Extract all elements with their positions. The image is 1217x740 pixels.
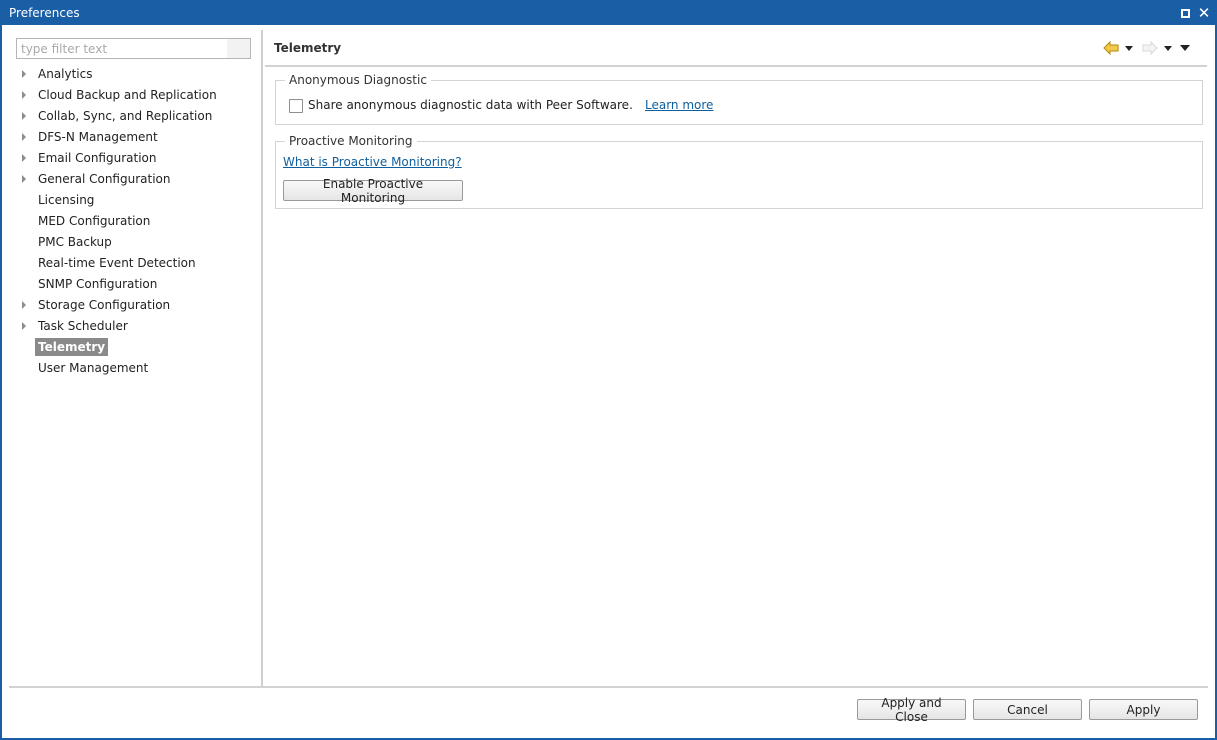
anonymous-diagnostic-group: Anonymous Diagnostic Share anonymous dia… [275,73,1203,125]
chevron-down-icon [1164,45,1172,51]
learn-more-link[interactable]: Learn more [645,98,713,112]
view-menu-icon [1180,45,1190,51]
forward-button[interactable] [1142,39,1158,57]
page-title: Telemetry [274,41,342,55]
window-title: Preferences [9,6,80,20]
back-button[interactable] [1103,39,1119,57]
apply-and-close-button[interactable]: Apply and Close [857,696,966,724]
share-diagnostics-label[interactable]: Share anonymous diagnostic data with Pee… [308,98,633,112]
preference-page: Telemetry Anonymous Diagnostic Share ano… [263,27,1213,687]
tree-item[interactable]: Collab, Sync, and Replication [4,106,261,127]
expand-arrow-icon[interactable] [22,70,26,78]
forward-dropdown[interactable] [1164,39,1172,57]
tree-item-label: Email Configuration [38,151,157,165]
tree-item-label: Telemetry [35,338,109,356]
title-divider [265,65,1207,67]
back-arrow-icon [1103,41,1119,55]
tree-item[interactable]: User Management [4,358,261,379]
tree-item-label: Real-time Event Detection [38,256,196,270]
what-is-proactive-monitoring-link[interactable]: What is Proactive Monitoring? [283,155,462,169]
tree-item[interactable]: MED Configuration [4,211,261,232]
tree-item[interactable]: Real-time Event Detection [4,253,261,274]
tree-item[interactable]: Analytics [4,64,261,85]
back-dropdown[interactable] [1125,39,1133,57]
tree-item[interactable]: Email Configuration [4,148,261,169]
expand-arrow-icon[interactable] [22,154,26,162]
enable-proactive-monitoring-button[interactable]: Enable Proactive Monitoring [283,177,463,205]
tree-item[interactable]: General Configuration [4,169,261,190]
share-diagnostics-checkbox[interactable] [289,99,303,113]
cancel-button[interactable]: Cancel [973,699,1082,720]
tree-item-label: SNMP Configuration [38,277,158,291]
tree-item-label: Storage Configuration [38,298,171,312]
preferences-window: Preferences ✕ Analytics Cloud Backup and … [0,0,1217,740]
footer-divider [9,686,1208,688]
tree-item-label: PMC Backup [38,235,112,249]
tree-item[interactable]: Telemetry [4,337,261,358]
close-button[interactable]: ✕ [1196,5,1212,21]
tree-item[interactable]: SNMP Configuration [4,274,261,295]
tree-item[interactable]: Licensing [4,190,261,211]
tree-item-label: User Management [38,361,149,375]
tree-item-label: DFS-N Management [38,130,158,144]
expand-arrow-icon[interactable] [22,301,26,309]
tree-item-label: General Configuration [38,172,171,186]
forward-arrow-icon [1142,41,1158,55]
tree-item-label: MED Configuration [38,214,151,228]
group-legend: Proactive Monitoring [285,134,417,148]
tree-item-label: Collab, Sync, and Replication [38,109,213,123]
close-icon: ✕ [1197,4,1211,22]
tree-item[interactable]: DFS-N Management [4,127,261,148]
title-bar: Preferences ✕ [2,2,1215,25]
page-navigation [1103,39,1203,57]
tree-item[interactable]: Cloud Backup and Replication [4,85,261,106]
tree-item[interactable]: Task Scheduler [4,316,261,337]
preferences-tree: Analytics Cloud Backup and Replication Col… [4,64,261,379]
expand-arrow-icon[interactable] [22,91,26,99]
expand-arrow-icon[interactable] [22,112,26,120]
tree-item-label: Task Scheduler [38,319,128,333]
maximize-icon [1180,8,1190,18]
apply-button[interactable]: Apply [1089,699,1198,720]
maximize-button[interactable] [1177,5,1193,21]
proactive-monitoring-group: Proactive Monitoring What is Proactive M… [275,134,1203,209]
tree-item[interactable]: Storage Configuration [4,295,261,316]
tree-item-label: Licensing [38,193,95,207]
view-menu-button[interactable] [1180,39,1190,57]
filter-input[interactable] [16,38,251,59]
group-legend: Anonymous Diagnostic [285,73,431,87]
tree-item-label: Cloud Backup and Replication [38,88,217,102]
expand-arrow-icon[interactable] [22,133,26,141]
tree-item-label: Analytics [38,67,93,81]
expand-arrow-icon[interactable] [22,175,26,183]
expand-arrow-icon[interactable] [22,322,26,330]
chevron-down-icon [1125,45,1133,51]
tree-item[interactable]: PMC Backup [4,232,261,253]
preferences-tree-pane: Analytics Cloud Backup and Replication Col… [4,27,261,687]
